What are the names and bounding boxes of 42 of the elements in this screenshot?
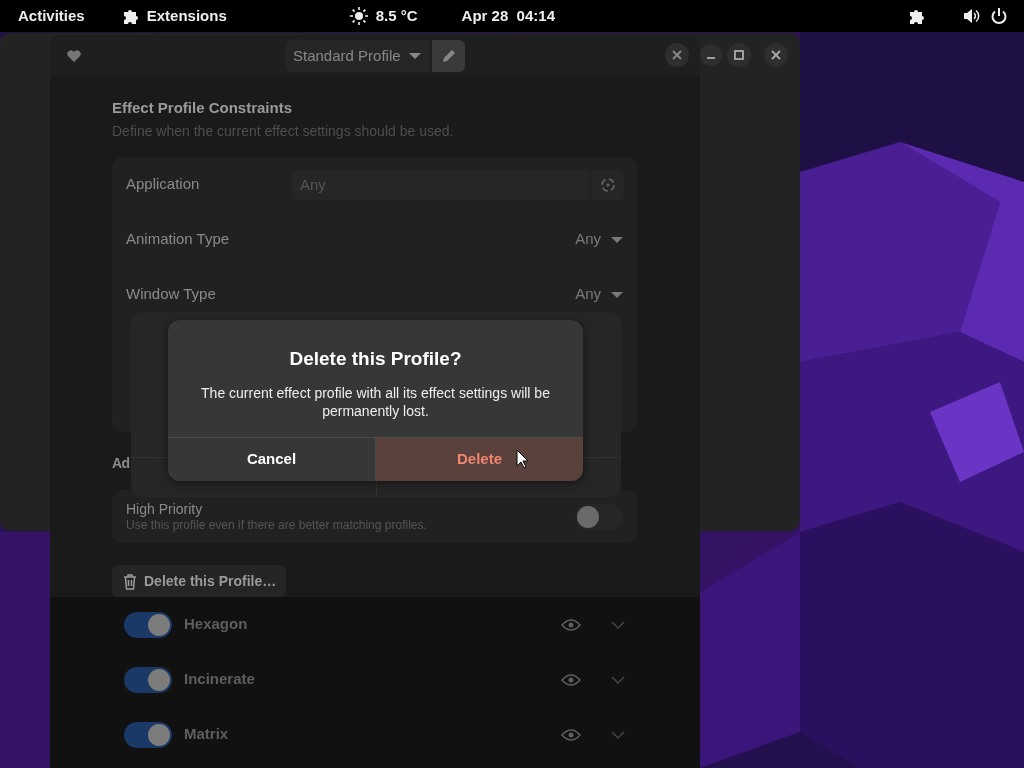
power-icon[interactable] bbox=[990, 7, 1008, 25]
eye-icon[interactable] bbox=[561, 727, 581, 742]
profile-dropdown[interactable]: Standard Profile bbox=[285, 40, 429, 72]
pencil-icon[interactable] bbox=[440, 48, 457, 64]
sun-icon bbox=[349, 7, 368, 25]
row-label: Animation Type bbox=[126, 229, 230, 250]
crosshair-icon[interactable] bbox=[598, 175, 617, 194]
extensions-menu[interactable]: Extensions bbox=[120, 4, 227, 28]
section-heading: Effect Profile Constraints bbox=[112, 99, 294, 117]
field-label: Application bbox=[126, 174, 200, 195]
clock[interactable]: Apr 28 04:14 bbox=[461, 4, 555, 28]
puzzle-icon[interactable] bbox=[907, 7, 925, 25]
crosshair-button[interactable] bbox=[590, 169, 624, 200]
delete-button[interactable]: Delete bbox=[375, 438, 583, 481]
dropdown[interactable]: Any bbox=[575, 228, 623, 251]
dropdown[interactable]: Any bbox=[575, 283, 623, 306]
toggle-switch[interactable] bbox=[124, 611, 172, 638]
weather-indicator[interactable]: 8.5 °C bbox=[349, 4, 418, 28]
caret-icon[interactable] bbox=[408, 52, 421, 60]
effect-name: Hexagon bbox=[184, 614, 249, 635]
toggle-switch[interactable] bbox=[124, 721, 172, 748]
heart-icon[interactable] bbox=[66, 48, 82, 64]
trash-icon[interactable] bbox=[122, 572, 138, 590]
delete-profile-button[interactable]: Delete this Profile… bbox=[112, 565, 287, 597]
effect-name: Incinerate bbox=[184, 669, 256, 690]
toggle-switch[interactable] bbox=[575, 503, 623, 530]
volume-icon[interactable] bbox=[962, 7, 980, 25]
caret-icon[interactable] bbox=[611, 235, 623, 244]
edit-button[interactable] bbox=[432, 40, 465, 72]
row-label: Window Type bbox=[126, 284, 216, 305]
section-heading: Ad bbox=[112, 454, 130, 472]
row-label: High Priority bbox=[126, 500, 204, 518]
effect-name: Matrix bbox=[184, 724, 230, 745]
eye-icon[interactable] bbox=[561, 672, 581, 687]
cancel-button[interactable]: Cancel bbox=[168, 438, 375, 481]
activities-button[interactable]: Activities bbox=[18, 4, 85, 28]
cursor-icon bbox=[516, 449, 530, 469]
dialog-title: Delete this Profile? bbox=[288, 347, 463, 371]
caret-icon[interactable] bbox=[611, 290, 623, 299]
dialog-message: The current effect profile with all its effect settings will be permanently lost. bbox=[200, 383, 551, 420]
eye-icon[interactable] bbox=[561, 617, 581, 632]
toggle-switch[interactable] bbox=[124, 666, 172, 693]
